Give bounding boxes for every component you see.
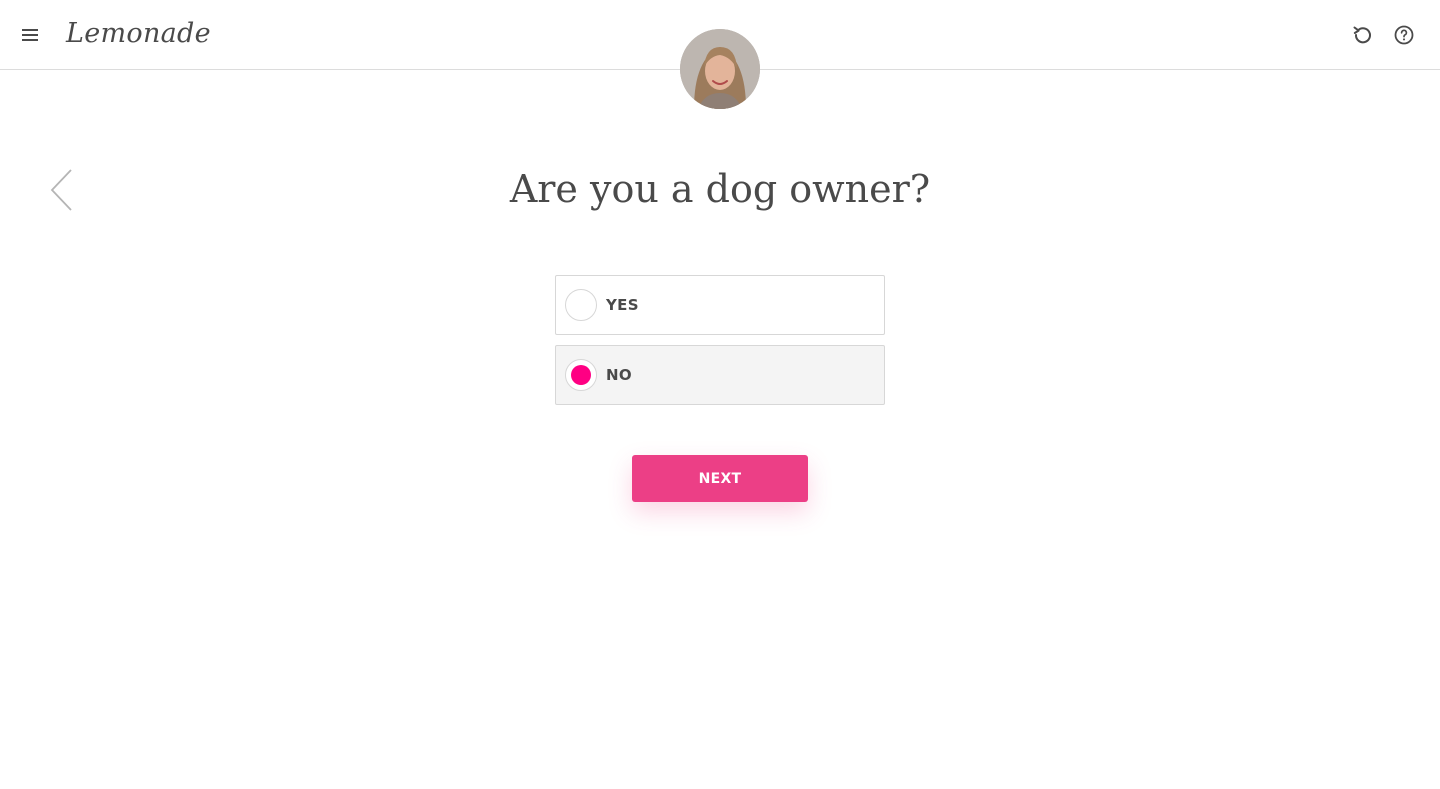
radio-selected-icon[interactable] [565, 359, 597, 391]
assistant-avatar [680, 29, 760, 109]
radio-circle-icon[interactable] [565, 289, 597, 321]
chevron-left-icon[interactable] [46, 166, 76, 214]
restart-icon[interactable] [1351, 23, 1375, 47]
radio-dot-icon [571, 365, 591, 385]
help-icon[interactable] [1392, 23, 1416, 47]
hamburger-menu-icon[interactable] [18, 23, 42, 47]
lemonade-logo[interactable]: Lemonade [66, 14, 211, 54]
next-button[interactable]: NEXT [632, 455, 808, 502]
option-yes[interactable]: YES [555, 275, 885, 335]
option-no-label: NO [606, 366, 632, 384]
option-no[interactable]: NO [555, 345, 885, 405]
option-yes-label: YES [606, 296, 639, 314]
question-title: Are you a dog owner? [509, 167, 931, 211]
